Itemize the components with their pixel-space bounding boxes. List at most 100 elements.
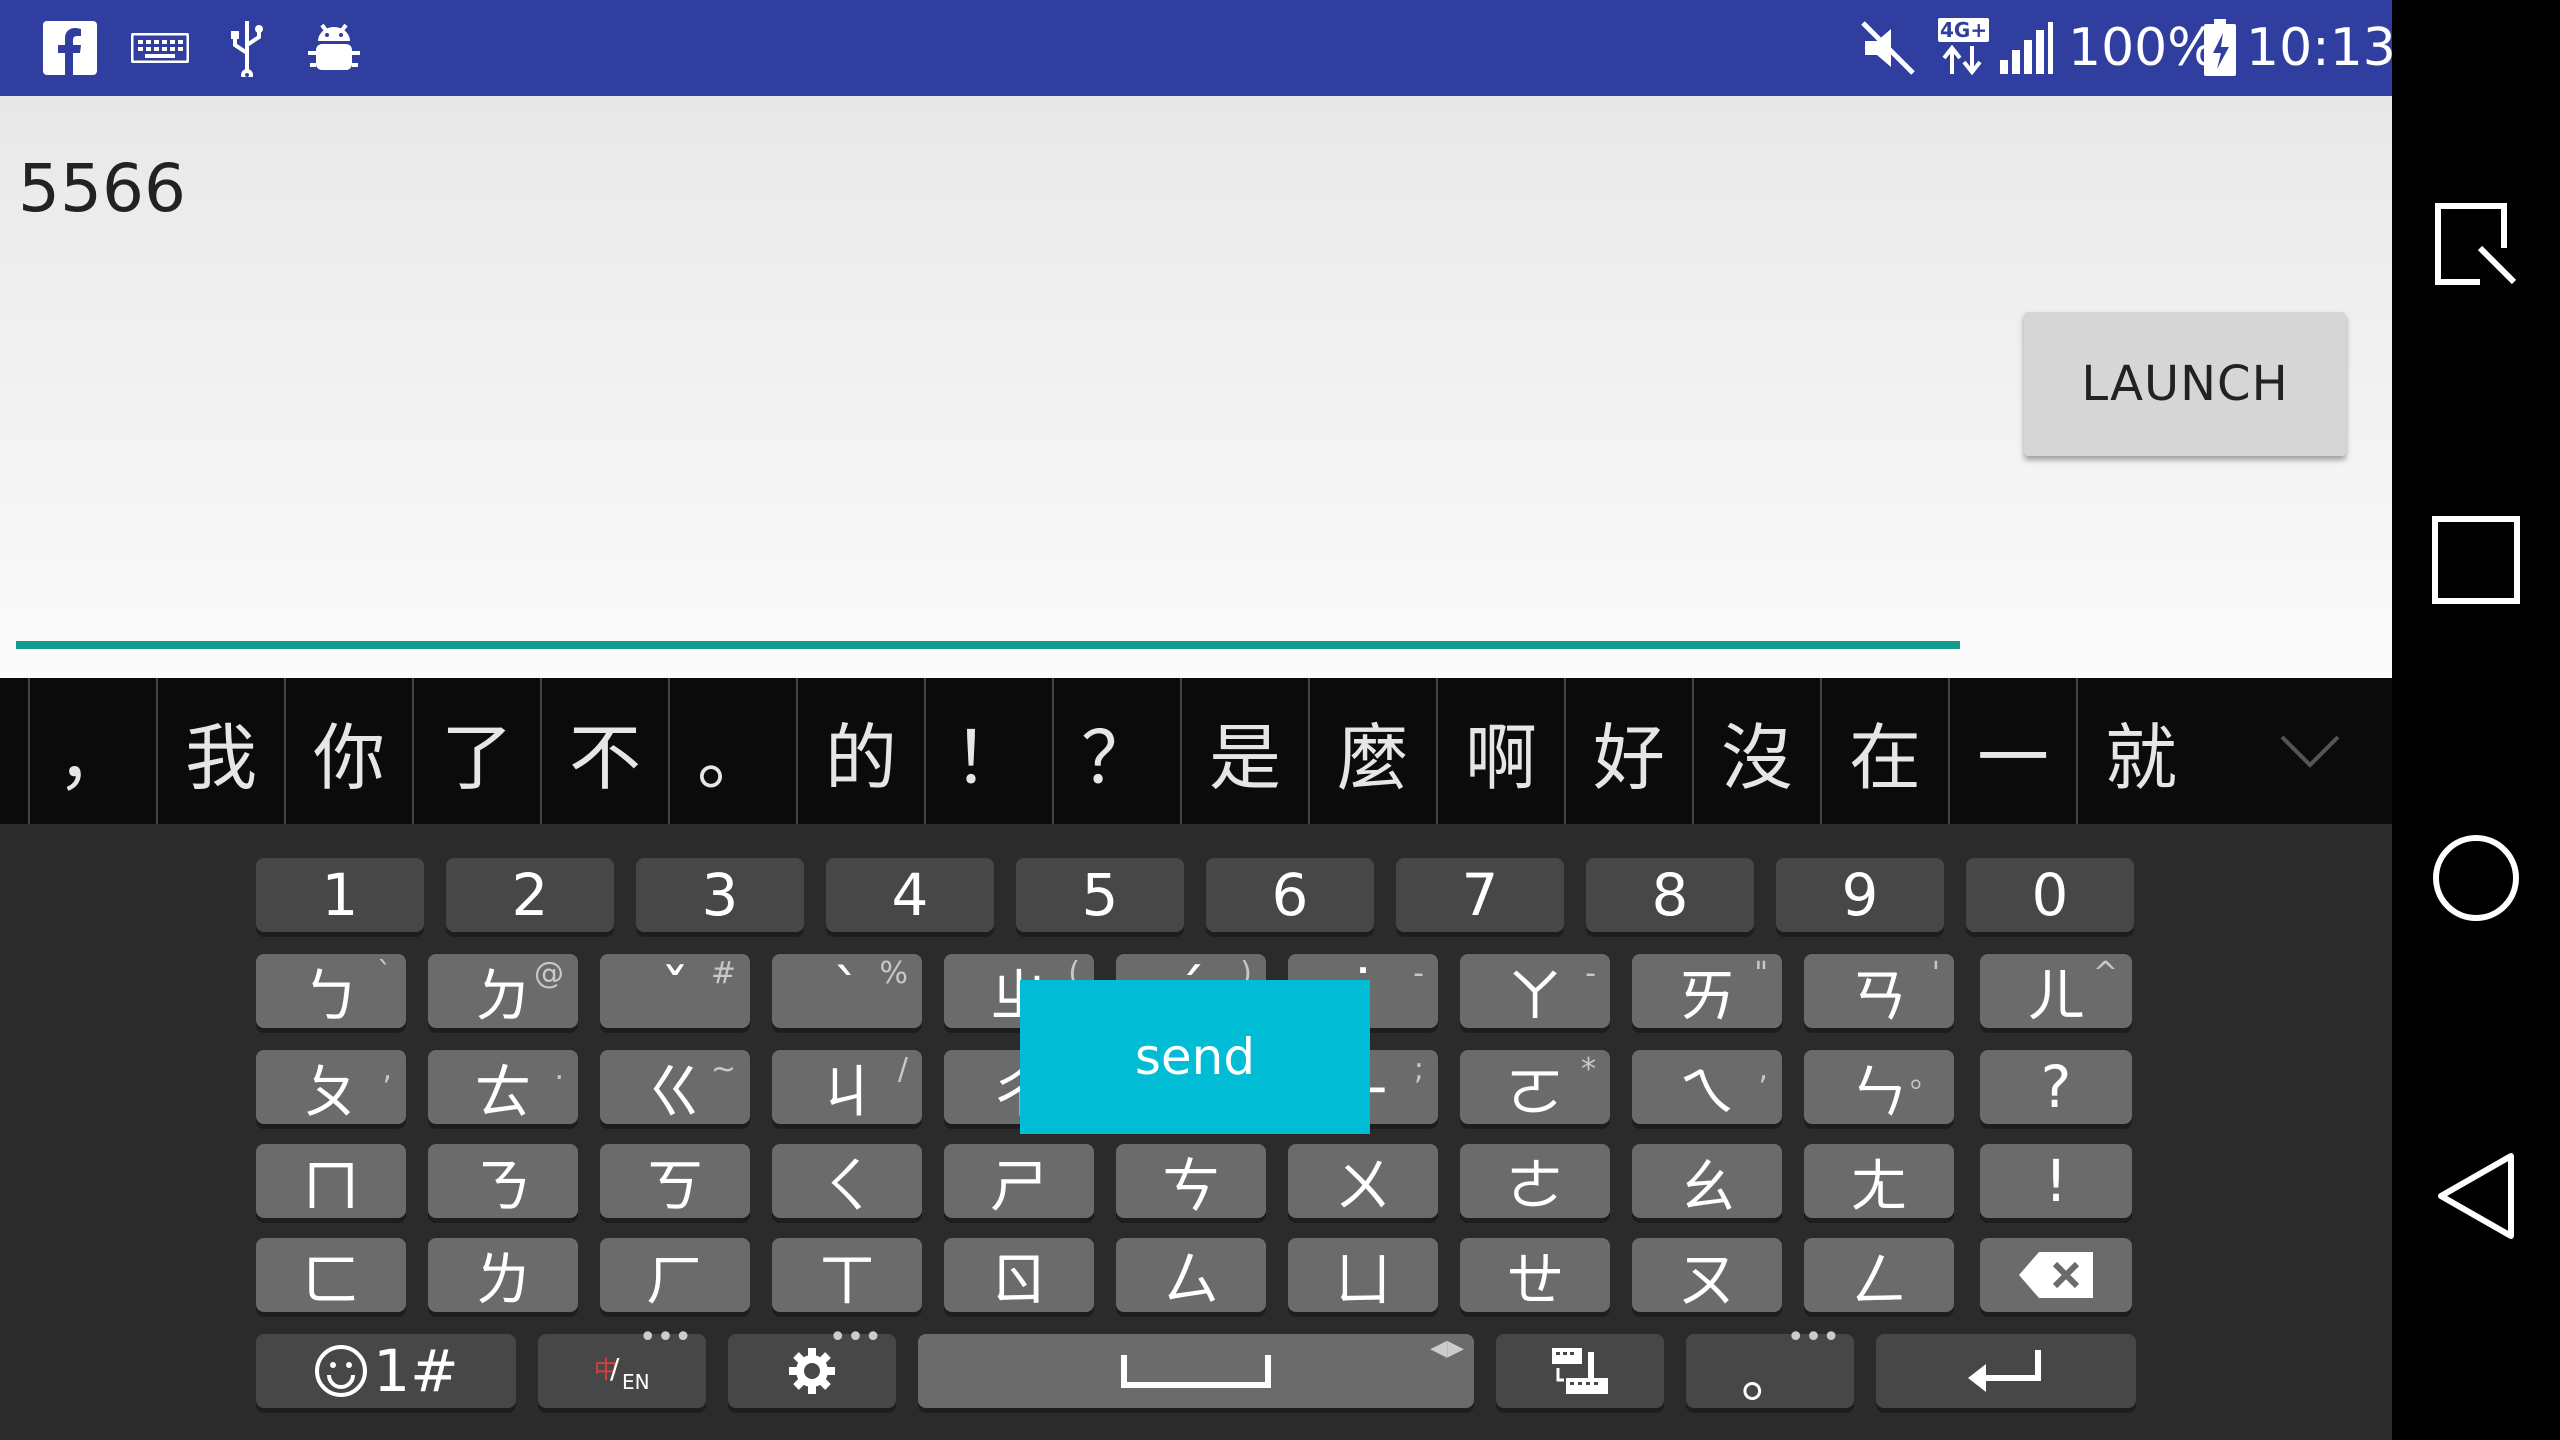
zhuyin-key-r2-3-label: ˋ	[832, 957, 862, 1025]
number-key-0[interactable]: 1	[256, 858, 424, 932]
enter-key[interactable]	[1876, 1334, 2136, 1408]
candidate-12[interactable]: 好	[1564, 678, 1692, 824]
mute-icon	[1858, 18, 1918, 78]
zhuyin-key-r3-3-label: ㄐ	[817, 1058, 876, 1126]
zhuyin-key-r4-2[interactable]: ㄎ	[600, 1144, 750, 1220]
launch-button[interactable]: LAUNCH	[2024, 312, 2346, 456]
back-icon[interactable]	[2416, 1136, 2536, 1256]
chevron-down-icon[interactable]	[2260, 678, 2360, 824]
backspace-icon	[2019, 1252, 2093, 1298]
zhuyin-key-r4-6-label: ㄨ	[1333, 1152, 1392, 1220]
zhuyin-key-r4-0[interactable]: ㄇ	[256, 1144, 406, 1220]
zhuyin-key-r5-3[interactable]: ㄒ	[772, 1238, 922, 1314]
zhuyin-key-r2-8[interactable]: ㄞ "	[1632, 954, 1782, 1030]
overview-edit-icon[interactable]	[2416, 184, 2536, 304]
zhuyin-key-r3-10[interactable]: ?	[1980, 1050, 2132, 1124]
zhuyin-key-r5-4[interactable]: ㄖ	[944, 1238, 1094, 1314]
network-type-label: 4G+	[1938, 18, 1990, 42]
zhuyin-key-r4-1[interactable]: ㄋ	[428, 1144, 578, 1220]
zhuyin-key-r5-9[interactable]: ㄥ	[1804, 1238, 1954, 1314]
zhuyin-key-r4-9-label: ㄤ	[1849, 1152, 1908, 1220]
candidate-3[interactable]: 了	[412, 678, 540, 824]
home-icon[interactable]	[2416, 818, 2536, 938]
number-key-6[interactable]: 7	[1396, 858, 1564, 932]
zhuyin-key-r4-9[interactable]: ㄤ	[1804, 1144, 1954, 1220]
language-switch-key[interactable]: 中 / EN •••	[538, 1320, 706, 1408]
zhuyin-key-r3-0[interactable]: ㄆ,	[256, 1050, 406, 1126]
zhuyin-key-r4-0-label: ㄇ	[301, 1152, 360, 1220]
zhuyin-key-r4-4[interactable]: ㄕ	[944, 1144, 1094, 1220]
candidate-10[interactable]: 麼	[1308, 678, 1436, 824]
zhuyin-key-r4-6[interactable]: ㄨ	[1288, 1144, 1438, 1220]
recents-icon[interactable]	[2416, 500, 2536, 620]
zhuyin-key-r2-3-hint: %	[879, 956, 908, 991]
candidate-13[interactable]: 沒	[1692, 678, 1820, 824]
candidate-6[interactable]: 的	[796, 678, 924, 824]
zhuyin-key-r3-8[interactable]: ㄟ,	[1632, 1050, 1782, 1126]
number-key-6-label: 7	[1461, 861, 1499, 929]
candidate-14[interactable]: 在	[1820, 678, 1948, 824]
backspace-key[interactable]	[1980, 1238, 2132, 1312]
number-key-9[interactable]: 0	[1966, 858, 2134, 932]
zhuyin-key-r3-9[interactable]: ㄣ。	[1804, 1050, 1954, 1126]
send-popup[interactable]: send	[1020, 980, 1370, 1134]
candidate-8[interactable]: ？	[1052, 678, 1180, 824]
zhuyin-key-r2-1[interactable]: ㄉ @	[428, 954, 578, 1030]
candidate-15[interactable]: 一	[1948, 678, 2076, 824]
candidate-9[interactable]: 是	[1180, 678, 1308, 824]
zhuyin-key-r2-3[interactable]: ˋ%	[772, 954, 922, 1028]
zhuyin-key-r3-9-label: ㄣ	[1849, 1058, 1908, 1126]
zhuyin-key-r5-5[interactable]: ㄙ	[1116, 1238, 1266, 1314]
keyboard-icon	[130, 18, 190, 78]
zhuyin-key-r2-10[interactable]: ㄦ ^	[1980, 954, 2132, 1030]
zhuyin-key-r5-0[interactable]: ㄈ	[256, 1238, 406, 1314]
zhuyin-key-r2-2[interactable]: ˇ #	[600, 954, 750, 1028]
number-key-1-label: 2	[511, 861, 549, 929]
zhuyin-key-r5-6[interactable]: ㄩ	[1288, 1238, 1438, 1314]
candidate-0[interactable]: ，	[28, 678, 156, 824]
period-key[interactable]: 。 •••	[1686, 1320, 1854, 1410]
number-key-3[interactable]: 4	[826, 858, 994, 932]
zhuyin-key-r4-7[interactable]: ㄜ	[1460, 1144, 1610, 1220]
candidate-16[interactable]: 就	[2076, 678, 2204, 824]
zhuyin-key-r3-3[interactable]: ㄐ /	[772, 1050, 922, 1126]
zhuyin-key-r4-5[interactable]: ㄘ	[1116, 1144, 1266, 1220]
zhuyin-key-r3-7[interactable]: ㄛ *	[1460, 1050, 1610, 1126]
zhuyin-key-r4-10[interactable]: !	[1980, 1144, 2132, 1218]
number-key-2[interactable]: 3	[636, 858, 804, 932]
candidate-4[interactable]: 不	[540, 678, 668, 824]
text-field[interactable]: 5566	[18, 150, 186, 227]
zhuyin-key-r3-2[interactable]: ㄍ ~	[600, 1050, 750, 1126]
symbols-key[interactable]: 1#	[256, 1334, 516, 1408]
zhuyin-key-r3-1-hint: .	[554, 1052, 564, 1087]
app-content: 5566 LAUNCH	[0, 96, 2392, 678]
candidate-5[interactable]: 。	[668, 678, 796, 824]
zhuyin-key-r2-0[interactable]: ㄅ `	[256, 954, 406, 1030]
zhuyin-key-r2-9[interactable]: ㄢ '	[1804, 954, 1954, 1030]
candidate-11[interactable]: 啊	[1436, 678, 1564, 824]
number-key-5[interactable]: 6	[1206, 858, 1374, 932]
number-key-9-label: 0	[2031, 861, 2069, 929]
zhuyin-key-r4-3[interactable]: ㄑ	[772, 1144, 922, 1220]
zhuyin-key-r2-7[interactable]: ㄚ-	[1460, 954, 1610, 1030]
number-key-1[interactable]: 2	[446, 858, 614, 932]
zhuyin-key-r5-1[interactable]: ㄌ	[428, 1238, 578, 1314]
zhuyin-key-r4-8[interactable]: ㄠ	[1632, 1144, 1782, 1220]
number-key-7[interactable]: 8	[1586, 858, 1754, 932]
zhuyin-key-r3-1[interactable]: ㄊ.	[428, 1050, 578, 1126]
more-dots-icon: •••	[828, 1320, 882, 1355]
number-key-4[interactable]: 5	[1016, 858, 1184, 932]
space-key[interactable]: ◀▶	[918, 1334, 1474, 1408]
keyboard-layout-key[interactable]	[1496, 1334, 1664, 1408]
candidate-2[interactable]: 你	[284, 678, 412, 824]
candidate-7[interactable]: ！	[924, 678, 1052, 824]
zhuyin-key-r5-8[interactable]: ㄡ	[1632, 1238, 1782, 1314]
number-key-8[interactable]: 9	[1776, 858, 1944, 932]
candidate-1[interactable]: 我	[156, 678, 284, 824]
settings-key[interactable]: •••	[728, 1320, 896, 1408]
zhuyin-key-r5-2[interactable]: ㄏ	[600, 1238, 750, 1314]
zhuyin-key-r5-7[interactable]: ㄝ	[1460, 1238, 1610, 1314]
zhuyin-key-r3-9-hint: 。	[1910, 1060, 1940, 1095]
zhuyin-key-r4-8-label: ㄠ	[1677, 1152, 1736, 1220]
mobile-data-icon: 4G+	[1936, 18, 1992, 78]
